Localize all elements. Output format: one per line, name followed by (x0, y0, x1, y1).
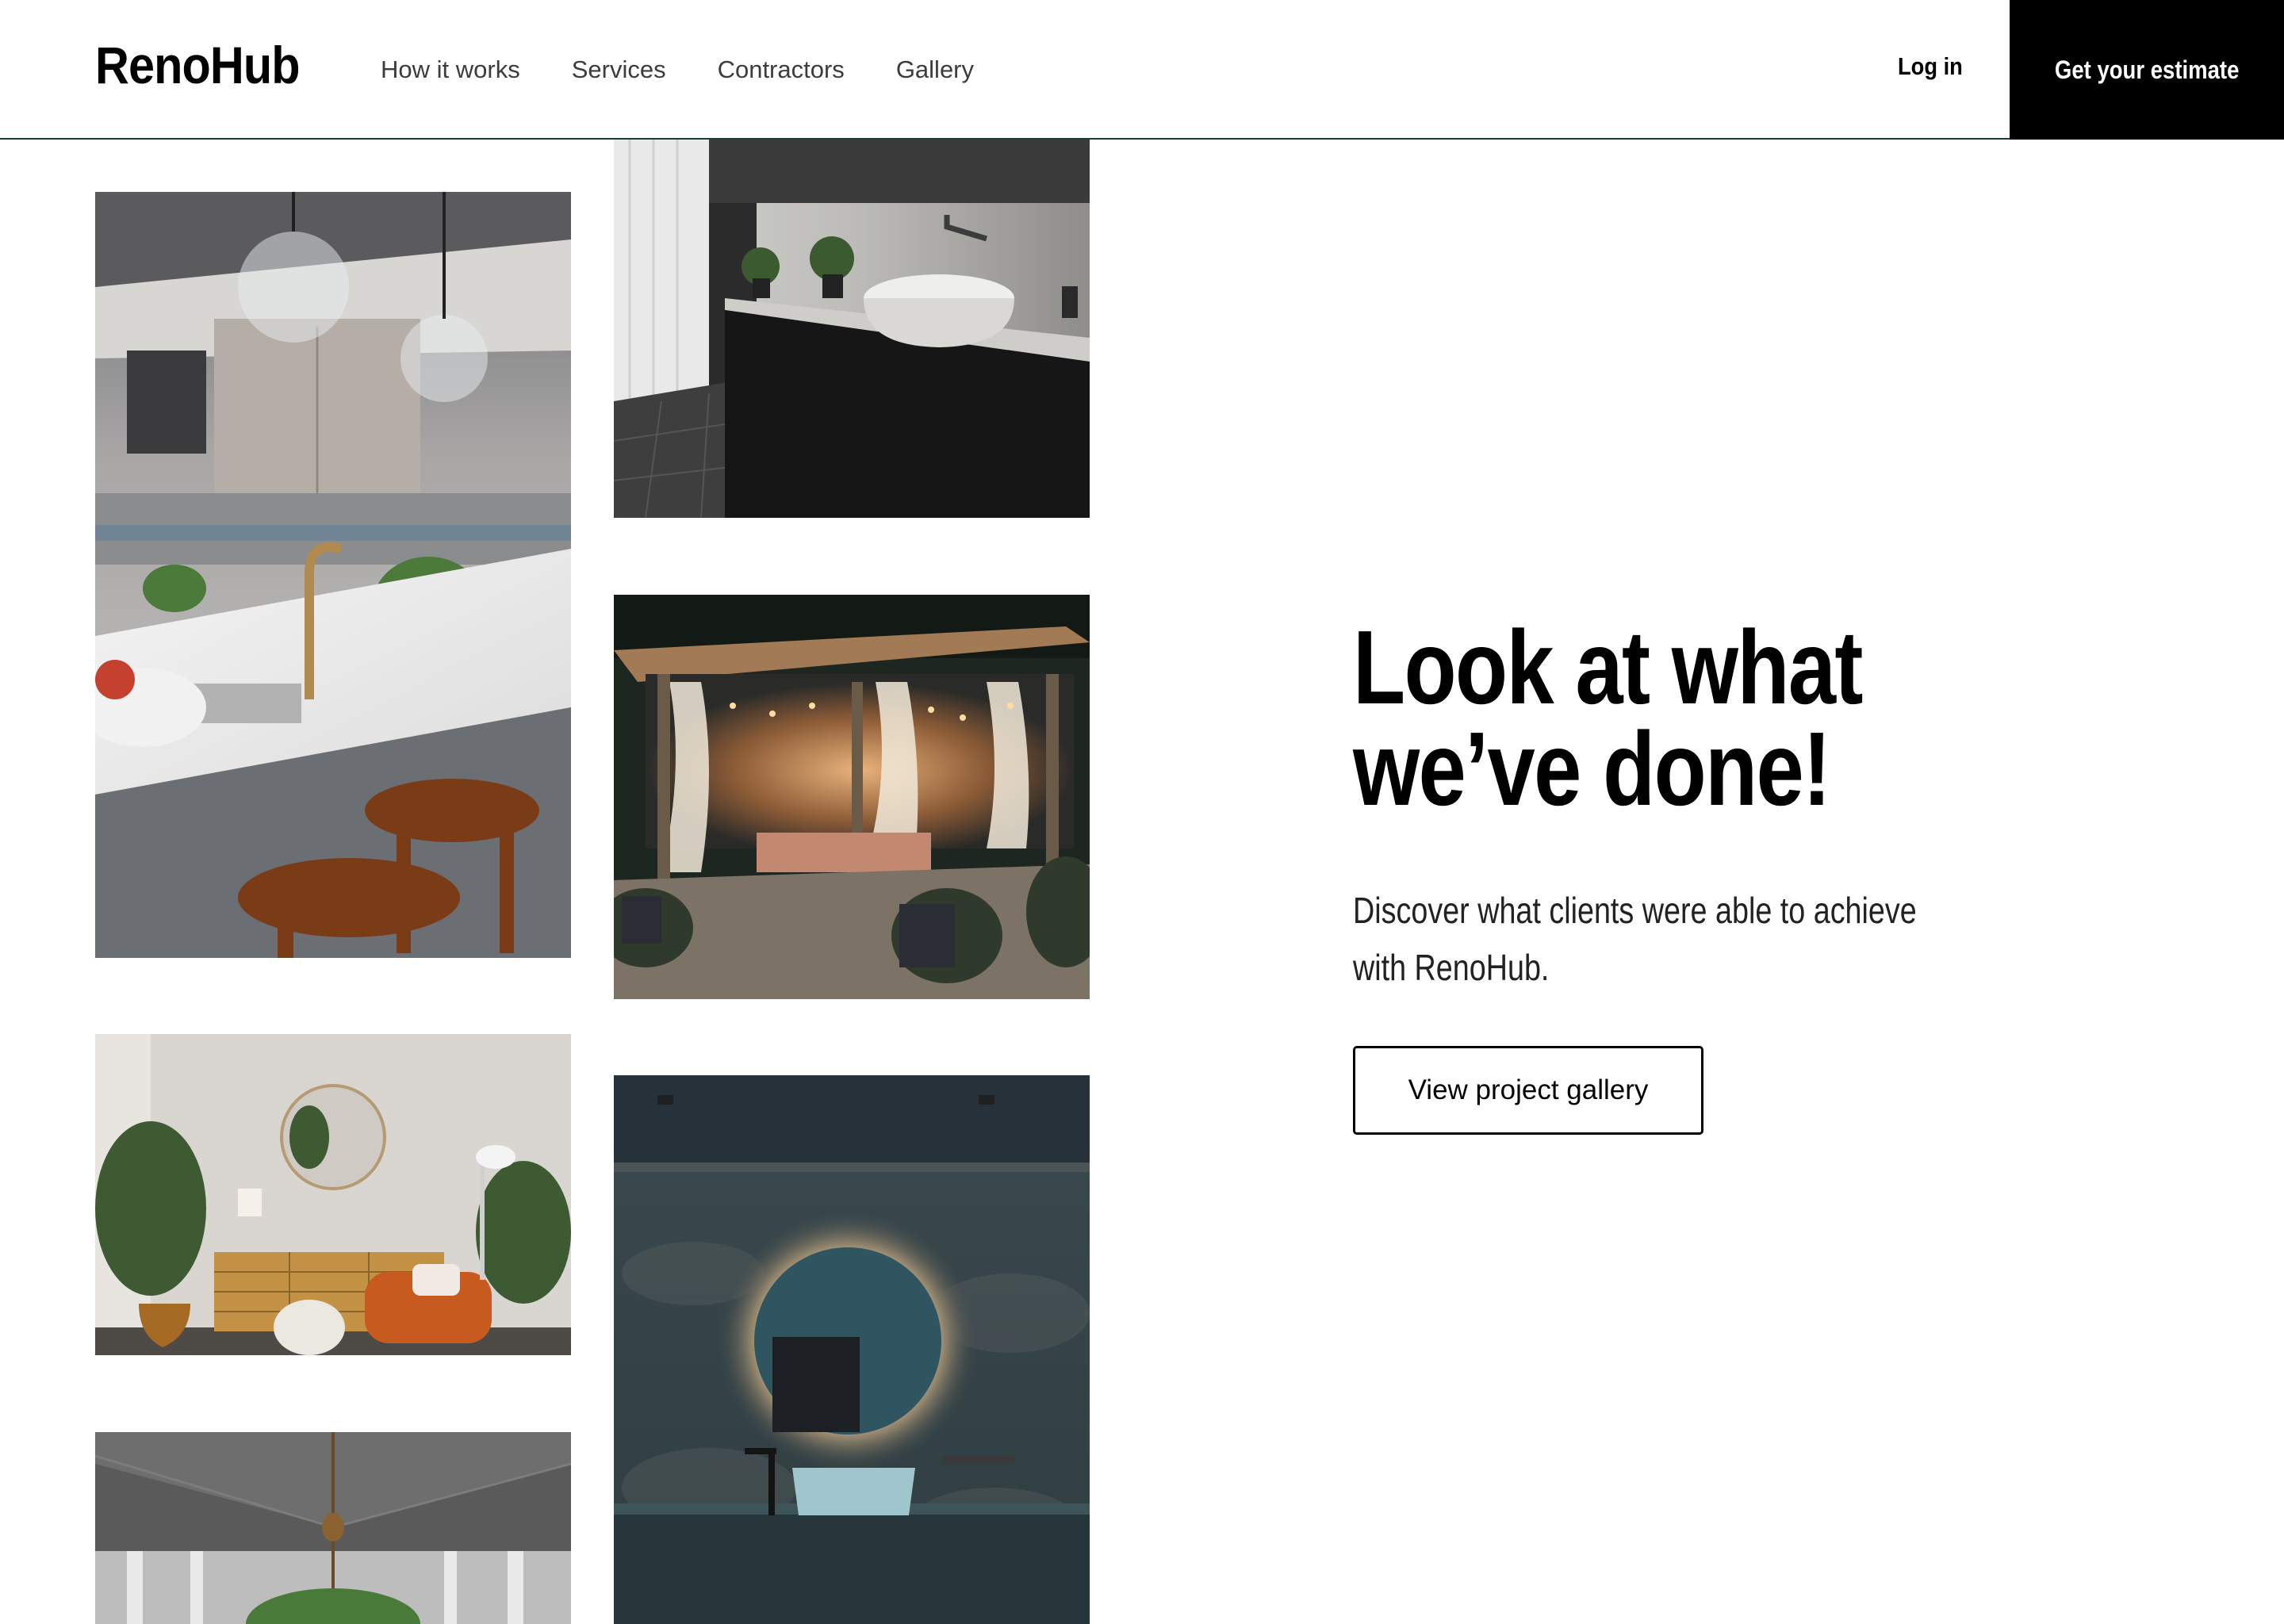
hero-subtext: Discover what clients were able to achie… (1353, 890, 1917, 988)
get-estimate-button[interactable]: Get your estimate (2010, 0, 2284, 140)
nav-how-it-works[interactable]: How it works (381, 56, 520, 84)
hero-headline-line-1: Look at what (1353, 609, 1863, 726)
project-photo-bathroom-mirror (614, 1075, 1090, 1624)
logo[interactable]: RenoHub (95, 35, 301, 95)
nav-services[interactable]: Services (572, 56, 666, 84)
bathroom-mirror-image (614, 1075, 1090, 1624)
view-gallery-label: View project gallery (1408, 1074, 1649, 1105)
bathroom-sink-image (614, 140, 1090, 518)
get-estimate-label: Get your estimate (2054, 55, 2240, 84)
login-link[interactable]: Log in (1898, 52, 1963, 81)
project-photo-porch (95, 1432, 571, 1624)
kitchen-image (95, 192, 571, 958)
hero-headline-line-2: we’ve done! (1353, 710, 1831, 827)
main-nav: How it works Services Contractors Galler… (381, 0, 1025, 140)
living-room-image (95, 1034, 571, 1355)
project-photo-living-room (95, 1034, 571, 1355)
project-photo-patio (614, 595, 1090, 999)
nav-gallery[interactable]: Gallery (896, 56, 974, 84)
nav-contractors[interactable]: Contractors (718, 56, 845, 84)
site-header: RenoHub How it works Services Contractor… (0, 0, 2284, 140)
project-photo-bathroom-sink (614, 140, 1090, 518)
project-photo-kitchen (95, 192, 571, 958)
patio-pergola-image (614, 595, 1090, 999)
hero-headline: Look at what we’ve done! (1353, 609, 1938, 827)
view-gallery-button[interactable]: View project gallery (1353, 1046, 1703, 1135)
porch-image (95, 1432, 571, 1624)
